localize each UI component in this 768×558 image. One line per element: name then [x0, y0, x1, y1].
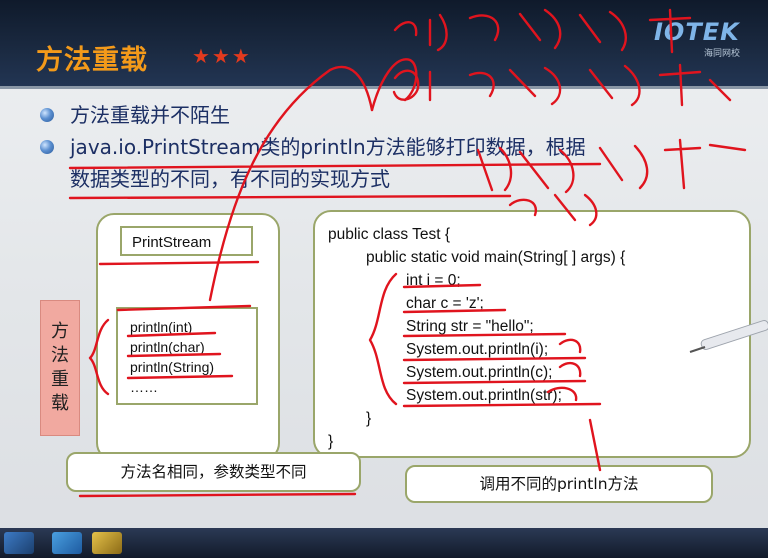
- method-item: println(char): [130, 339, 205, 355]
- overload-side-label: 方 法 重 载: [40, 300, 80, 436]
- code-line: public static void main(String[ ] args) …: [366, 249, 626, 266]
- code-line: public class Test {: [328, 226, 451, 243]
- bullet-item: 方法重载并不陌生: [40, 100, 730, 130]
- slide: 方法重载 ★★★ IOTEK 海同网校 方法重载并不陌生 java.io.Pri…: [0, 0, 768, 545]
- method-item: println(int): [130, 319, 193, 335]
- bullet-dot-icon: [40, 108, 54, 122]
- class-name-label: PrintStream: [120, 226, 253, 256]
- bullet-list: 方法重载并不陌生 java.io.PrintStream类的println方法能…: [40, 100, 730, 196]
- difficulty-stars: ★★★: [192, 44, 252, 68]
- start-button[interactable]: [4, 532, 34, 554]
- logo-subtitle: 海同网校: [704, 49, 741, 59]
- bullet-text: 方法重载并不陌生: [70, 103, 230, 127]
- code-line: char c = 'z';: [406, 295, 484, 312]
- method-item: println(String): [130, 359, 215, 375]
- os-taskbar: [0, 528, 768, 558]
- right-callout: 调用不同的println方法: [405, 465, 713, 503]
- bullet-item: java.io.PrintStream类的println方法能够打印数据，根据: [40, 132, 730, 162]
- taskbar-app-icon[interactable]: [92, 532, 122, 554]
- bullet-dot-icon: [40, 140, 54, 154]
- method-item: ……: [130, 379, 158, 395]
- side-label-char: 载: [51, 393, 69, 414]
- bullet-continuation: 数据类型的不同，有不同的实现方式: [40, 164, 730, 194]
- code-line: System.out.println(str);: [406, 387, 562, 404]
- code-line: System.out.println(c);: [406, 364, 553, 381]
- side-label-char: 方: [51, 321, 69, 342]
- side-label-char: 法: [51, 345, 69, 366]
- side-label-char: 重: [51, 369, 69, 390]
- slide-title: 方法重载: [36, 45, 148, 76]
- left-callout: 方法名相同，参数类型不同: [66, 452, 361, 492]
- logo-brand: IOTEK: [654, 18, 740, 46]
- bullet-text: java.io.PrintStream类的println方法能够打印数据，根据: [70, 135, 586, 159]
- title-bar: 方法重载 ★★★ IOTEK 海同网校: [0, 0, 768, 89]
- code-line: }: [328, 433, 334, 450]
- method-list-box: println(int) println(char) println(Strin…: [116, 307, 258, 405]
- taskbar-app-icon[interactable]: [52, 532, 82, 554]
- bullet-text: 数据类型的不同，有不同的实现方式: [70, 167, 390, 191]
- code-line: int i = 0;: [406, 272, 461, 289]
- brand-logo: IOTEK 海同网校: [648, 18, 744, 59]
- code-line: }: [366, 410, 372, 427]
- code-line: System.out.println(i);: [406, 341, 549, 358]
- code-line: String str = "hello";: [406, 318, 534, 335]
